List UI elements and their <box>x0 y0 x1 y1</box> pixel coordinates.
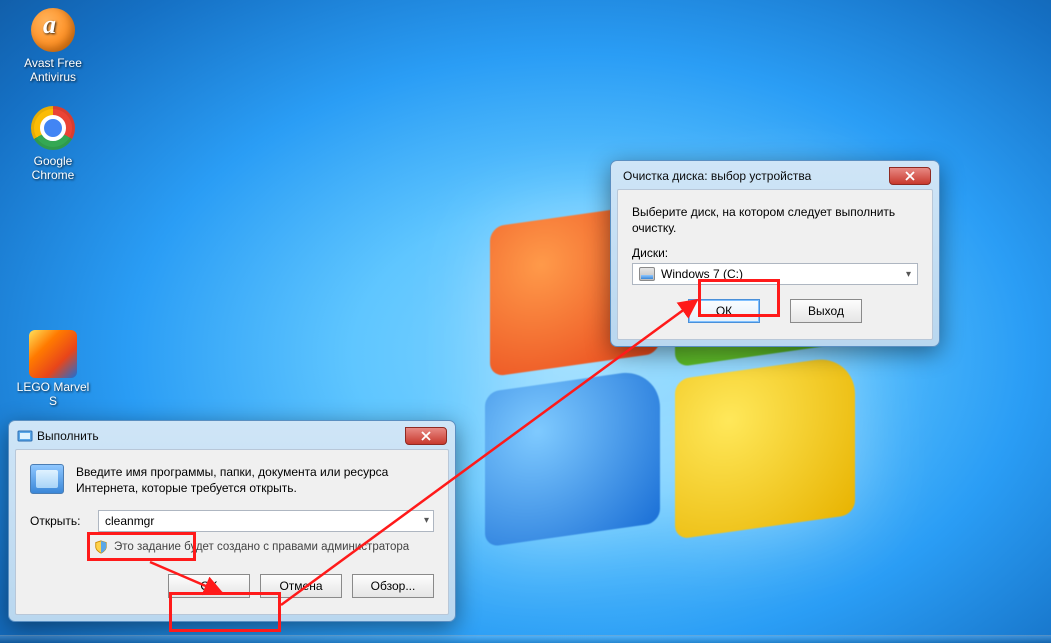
admin-note-row: Это задание будет создано с правами адми… <box>94 540 434 554</box>
run-title-text: Выполнить <box>33 429 406 443</box>
exit-button[interactable]: Выход <box>790 299 862 323</box>
lego-icon <box>29 330 77 378</box>
drive-icon <box>639 267 655 281</box>
ok-button[interactable]: OK <box>168 574 250 598</box>
avast-icon <box>29 6 77 54</box>
chrome-icon <box>29 104 77 152</box>
desktop-icon-chrome[interactable]: Google Chrome <box>14 104 92 182</box>
cleanup-instruction: Выберите диск, на котором следует выполн… <box>632 204 918 236</box>
drive-combobox[interactable]: Windows 7 (C:) ▾ <box>632 263 918 285</box>
desktop-icon-label: LEGO Marvel S <box>14 380 92 408</box>
close-icon <box>420 431 432 441</box>
drive-label: Диски: <box>632 246 918 260</box>
chevron-down-icon: ▾ <box>424 515 429 526</box>
cleanup-titlebar[interactable]: Очистка диска: выбор устройства <box>617 167 933 189</box>
open-value: cleanmgr <box>105 514 154 528</box>
run-program-icon <box>30 464 64 494</box>
run-title-icon <box>17 428 33 444</box>
desktop-icon-avast[interactable]: Avast Free Antivirus <box>14 6 92 84</box>
ok-button[interactable]: ОК <box>688 299 760 323</box>
run-dialog-window: Выполнить Введите имя программы, папки, … <box>8 420 456 622</box>
desktop-icon-label: Google Chrome <box>14 154 92 182</box>
open-combobox[interactable]: cleanmgr ▾ <box>98 510 434 532</box>
desktop-icon-lego[interactable]: LEGO Marvel S <box>14 330 92 408</box>
cleanup-dialog-window: Очистка диска: выбор устройства Выберите… <box>610 160 940 347</box>
open-label: Открыть: <box>30 514 90 528</box>
taskbar[interactable] <box>0 635 1051 643</box>
chevron-down-icon: ▾ <box>906 269 911 280</box>
admin-note-text: Это задание будет создано с правами адми… <box>114 541 409 553</box>
browse-button[interactable]: Обзор... <box>352 574 434 598</box>
drive-value: Windows 7 (C:) <box>661 267 743 281</box>
close-button[interactable] <box>405 427 447 445</box>
cancel-button[interactable]: Отмена <box>260 574 342 598</box>
run-description: Введите имя программы, папки, документа … <box>76 464 434 496</box>
desktop-icon-label: Avast Free Antivirus <box>14 56 92 84</box>
run-titlebar[interactable]: Выполнить <box>15 427 449 449</box>
cleanup-title-text: Очистка диска: выбор устройства <box>619 169 890 183</box>
close-icon <box>904 171 916 181</box>
close-button[interactable] <box>889 167 931 185</box>
shield-icon <box>94 540 108 554</box>
